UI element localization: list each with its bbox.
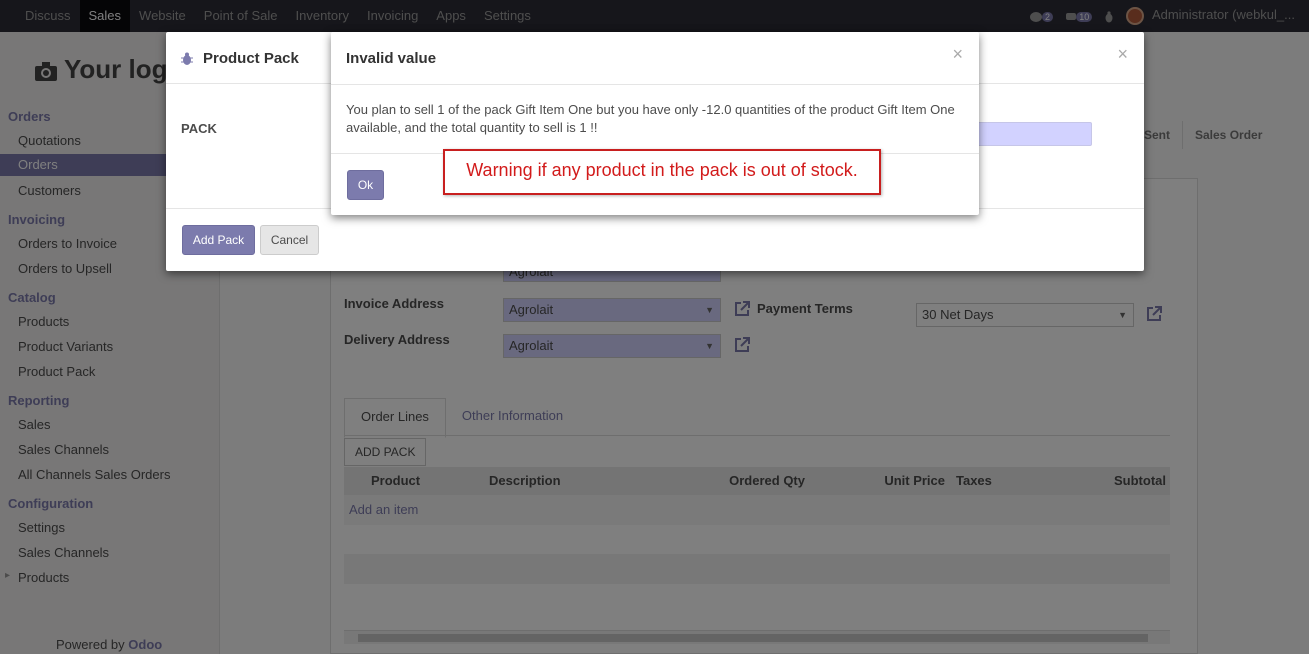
error-dialog-title: Invalid value bbox=[346, 50, 437, 67]
error-message: You plan to sell 1 of the pack Gift Item… bbox=[346, 102, 955, 135]
add-pack-confirm-button[interactable]: Add Pack bbox=[182, 225, 255, 255]
close-icon[interactable]: × bbox=[1117, 44, 1128, 65]
bug-icon bbox=[181, 52, 193, 68]
warning-annotation: Warning if any product in the pack is ou… bbox=[443, 149, 881, 195]
ok-button[interactable]: Ok bbox=[347, 170, 384, 200]
cancel-button[interactable]: Cancel bbox=[260, 225, 319, 255]
pack-dialog-title: Product Pack bbox=[203, 50, 299, 67]
pack-input[interactable] bbox=[970, 122, 1092, 146]
pack-field-label: PACK bbox=[181, 121, 217, 136]
close-icon[interactable]: × bbox=[952, 44, 963, 65]
